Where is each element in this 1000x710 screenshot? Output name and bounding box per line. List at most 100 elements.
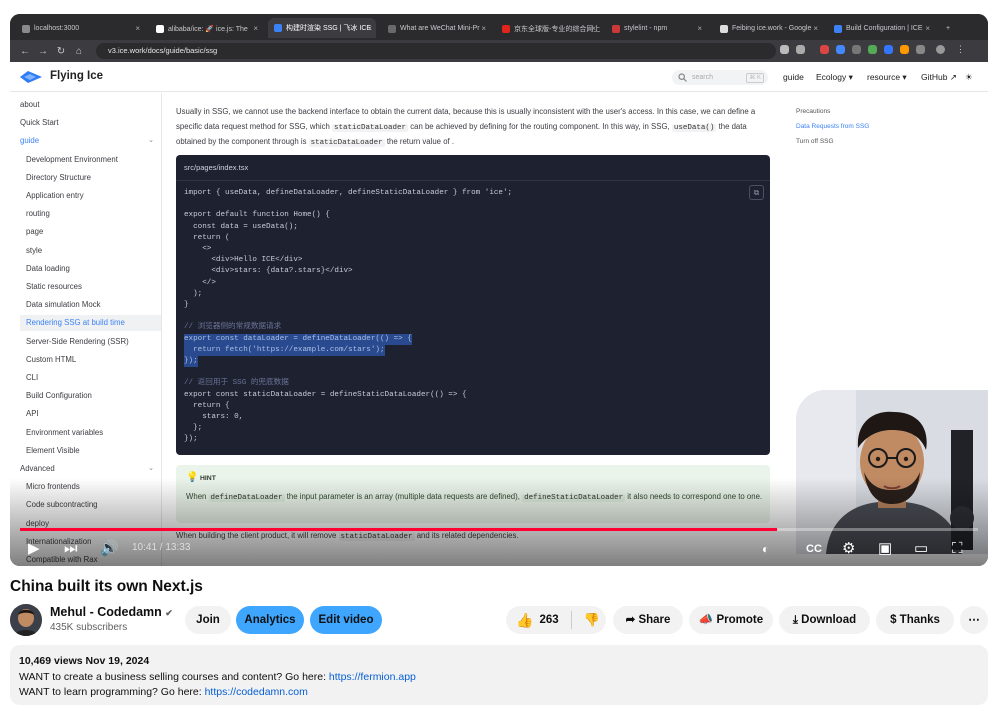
tab-close-icon[interactable]: ×: [591, 24, 596, 33]
download-button[interactable]: ⤓ Download: [779, 606, 870, 634]
dislike-button[interactable]: 👎: [584, 606, 600, 634]
tab-favicon-icon: [22, 24, 30, 33]
thanks-button[interactable]: $ Thanks: [876, 606, 954, 634]
sidebar-item[interactable]: page: [26, 224, 161, 240]
tab-label: What are WeChat Mini-Pr: [400, 25, 480, 32]
settings-gear-icon[interactable]: ⚙: [842, 538, 855, 560]
back-icon[interactable]: ←: [16, 46, 34, 57]
bookmark-star-icon[interactable]: [796, 45, 805, 54]
join-button[interactable]: Join: [185, 606, 231, 634]
browser-tab[interactable]: alibaba/ice: 🚀 ice.js: The ×: [150, 20, 262, 37]
sidebar-item[interactable]: CLI: [26, 370, 161, 386]
docs-content: Usually in SSG, we cannot use the backen…: [176, 93, 776, 566]
sidebar-item[interactable]: Element Visible: [26, 443, 161, 459]
description-box[interactable]: 10,469 views Nov 19, 2024 WANT to create…: [10, 645, 988, 705]
browser-tab[interactable]: 京东全球版-专业的综合网上 ×: [496, 20, 600, 37]
sidebar-item[interactable]: guide ⌄: [20, 133, 161, 149]
browser-tab[interactable]: 构建时渲染 SSG | 飞冰 ICE ×: [268, 18, 376, 38]
theater-mode-icon[interactable]: ▭: [914, 538, 928, 560]
progress-bar[interactable]: [20, 528, 978, 531]
avatar[interactable]: [10, 604, 42, 636]
tab-close-icon[interactable]: ×: [481, 24, 486, 33]
tab-close-icon[interactable]: ×: [367, 24, 372, 33]
translate-icon[interactable]: [780, 45, 789, 54]
sidebar-item[interactable]: Micro frontends: [26, 479, 161, 495]
sidebar-item[interactable]: Code subcontracting: [26, 497, 161, 513]
tab-close-icon[interactable]: ×: [813, 24, 818, 33]
extension-icon[interactable]: [852, 45, 861, 54]
sidebar-item[interactable]: Data loading: [26, 261, 161, 277]
sidebar-item[interactable]: style: [26, 243, 161, 259]
sidebar-item[interactable]: Static resources: [26, 279, 161, 295]
sidebar-item[interactable]: Data simulation Mock: [26, 297, 161, 313]
nav-ecology[interactable]: Ecology ▾: [816, 72, 853, 83]
code-line: );: [184, 289, 203, 298]
fullscreen-icon[interactable]: ⛶: [952, 538, 963, 560]
miniplayer-icon[interactable]: ▣: [878, 538, 892, 560]
share-button[interactable]: ➦ Share: [613, 606, 683, 634]
new-tab-icon[interactable]: +: [940, 20, 956, 37]
profile-icon[interactable]: [936, 45, 945, 54]
browser-tab[interactable]: stylelint - npm ×: [606, 20, 706, 37]
sidebar-item[interactable]: Directory Structure: [26, 170, 161, 186]
copy-icon[interactable]: ⧉: [749, 185, 764, 200]
more-actions-button[interactable]: ⋯: [960, 606, 988, 634]
edit-video-button[interactable]: Edit video: [310, 606, 382, 634]
sidebar-item[interactable]: Quick Start: [20, 115, 161, 131]
sidebar-item[interactable]: Custom HTML: [26, 352, 161, 368]
reload-icon[interactable]: ↻: [52, 46, 70, 57]
search-input[interactable]: search ⌘ K: [672, 70, 768, 85]
nav-github[interactable]: GitHub ↗: [921, 72, 957, 83]
video-player[interactable]: localhost:3000 × alibaba/ice: 🚀 ice.js: Th…: [10, 14, 988, 566]
menu-icon[interactable]: ⋮: [956, 45, 965, 54]
promote-button[interactable]: 📣 Promote: [689, 606, 773, 634]
nav-resource[interactable]: resource ▾: [867, 72, 907, 83]
toc-item[interactable]: Precautions: [796, 108, 830, 115]
autoplay-toggle[interactable]: ◐: [762, 538, 769, 560]
nav-guide[interactable]: guide: [783, 72, 804, 82]
brand-name[interactable]: Flying Ice: [50, 70, 103, 82]
browser-tab[interactable]: Feibing ice.work - Google ×: [714, 20, 822, 37]
extension-icon[interactable]: [820, 45, 829, 54]
extension-icon[interactable]: [836, 45, 845, 54]
extension-icon[interactable]: [868, 45, 877, 54]
fermion-link[interactable]: https://fermion.app: [329, 671, 416, 683]
analytics-button[interactable]: Analytics: [236, 606, 304, 634]
tab-close-icon[interactable]: ×: [253, 24, 258, 33]
browser-tab[interactable]: Build Configuration | ICE ×: [828, 20, 934, 37]
play-icon[interactable]: ▶: [28, 538, 40, 560]
sidebar-item[interactable]: Build Configuration: [26, 388, 161, 404]
like-button[interactable]: 👍 263: [516, 606, 559, 634]
sidebar-item[interactable]: Advanced ⌄: [20, 461, 161, 477]
toc-item[interactable]: Turn off SSG: [796, 138, 834, 145]
browser-tab[interactable]: localhost:3000 ×: [16, 20, 144, 37]
next-icon[interactable]: ⏭: [64, 538, 78, 560]
thumbs-up-icon: 👍: [516, 612, 534, 628]
sidebar-item[interactable]: API: [26, 406, 161, 422]
home-icon[interactable]: ⌂: [70, 46, 88, 57]
toc-item[interactable]: Data Requests from SSG: [796, 123, 869, 130]
extension-icon[interactable]: [900, 45, 909, 54]
sidebar-item[interactable]: about: [20, 97, 161, 113]
codedamn-link[interactable]: https://codedamn.com: [205, 686, 308, 698]
channel-name[interactable]: Mehul - Codedamn ✔: [50, 605, 173, 619]
description-line-2: WANT to learn programming? Go here: http…: [19, 686, 308, 698]
sidebar-item[interactable]: routing: [26, 206, 161, 222]
sidebar-item[interactable]: Application entry: [26, 188, 161, 204]
volume-icon[interactable]: 🔊: [100, 538, 119, 560]
sidebar-item[interactable]: Development Environment: [26, 152, 161, 168]
url-bar[interactable]: v3.ice.work/docs/guide/basic/ssg: [96, 43, 776, 59]
tab-close-icon[interactable]: ×: [925, 24, 930, 33]
forward-icon[interactable]: →: [34, 46, 52, 57]
tab-close-icon[interactable]: ×: [697, 24, 702, 33]
captions-icon[interactable]: CC: [806, 538, 822, 560]
browser-tab[interactable]: What are WeChat Mini-Pr ×: [382, 20, 490, 37]
browser-chrome: localhost:3000 × alibaba/ice: 🚀 ice.js: Th…: [10, 14, 988, 62]
sidebar-item[interactable]: Server-Side Rendering (SSR): [26, 334, 161, 350]
tab-close-icon[interactable]: ×: [135, 24, 140, 33]
puzzle-icon[interactable]: [916, 45, 925, 54]
extension-icon[interactable]: [884, 45, 893, 54]
sidebar-item[interactable]: Environment variables: [26, 425, 161, 441]
theme-toggle-icon[interactable]: ☀: [965, 72, 973, 83]
sidebar-item[interactable]: Rendering SSG at build time: [20, 315, 161, 332]
